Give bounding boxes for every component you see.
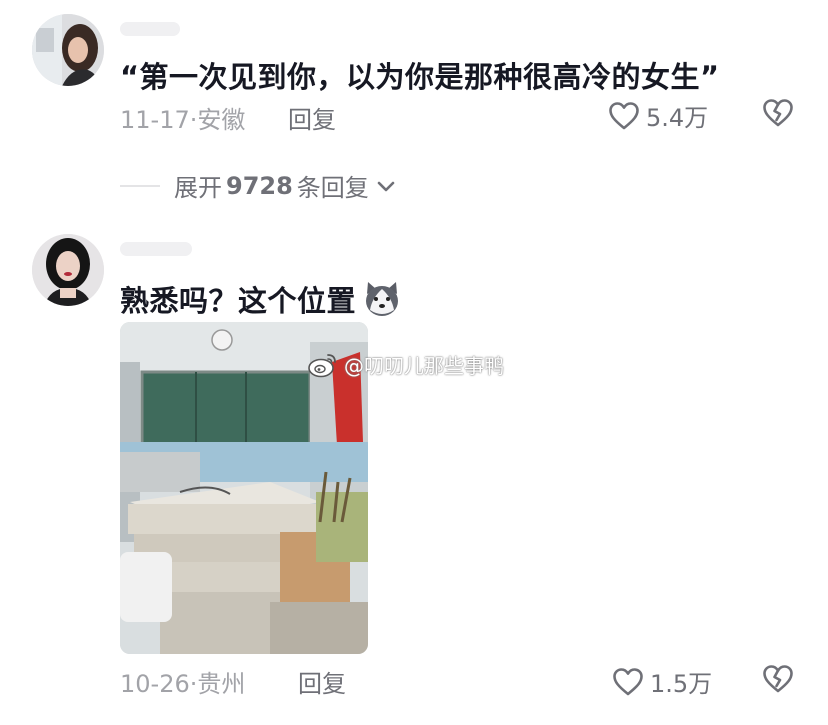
comment-meta: 10-26·贵州 — [120, 664, 245, 699]
like-button[interactable]: 1.5万 — [612, 664, 712, 699]
comment-text: “第一次见到你，以为你是那种很高冷的女生” — [120, 60, 720, 94]
comment-text: 熟悉吗？这个位置 — [120, 278, 402, 320]
comment-date: 10-26 — [120, 670, 190, 698]
comment-text-content: 熟悉吗？这个位置 — [120, 284, 357, 318]
weibo-logo-icon — [308, 353, 336, 377]
chevron-down-icon — [377, 181, 395, 191]
comment-meta: 11-17·安徽 — [120, 100, 245, 135]
expand-replies-button[interactable]: 展开 9728 条回复 — [120, 168, 397, 203]
watermark-text: @叨叨儿那些事鸭 — [344, 354, 504, 378]
dislike-button[interactable] — [762, 664, 794, 698]
avatar-image — [32, 14, 104, 86]
avatar-image — [32, 234, 104, 306]
reply-count: 9728 — [226, 171, 293, 200]
heart-outline-icon — [609, 101, 639, 129]
heart-outline-icon — [613, 667, 643, 695]
comment-date: 11-17 — [120, 106, 190, 134]
expand-divider — [120, 184, 160, 187]
expand-prefix: 展开 — [174, 174, 222, 202]
comment-location: 贵州 — [197, 670, 246, 698]
dislike-button[interactable] — [762, 98, 794, 132]
expand-suffix: 条回复 — [296, 174, 369, 202]
reply-button[interactable]: 回复 — [298, 664, 346, 699]
comment-1: “第一次见到你，以为你是那种很高冷的女生” 11-17·安徽 回复 5.4万 展… — [0, 0, 828, 202]
like-count: 5.4万 — [646, 104, 709, 132]
comment-location: 安徽 — [197, 106, 246, 134]
broken-heart-icon — [763, 665, 793, 693]
reply-button[interactable]: 回复 — [288, 100, 336, 135]
avatar[interactable] — [32, 14, 104, 86]
like-button[interactable]: 5.4万 — [608, 98, 708, 133]
username-blurred[interactable] — [120, 242, 192, 256]
like-count: 1.5万 — [650, 670, 713, 698]
comment-2: 熟悉吗？这个位置 @叨叨儿那些事鸭 10-26·贵州 回复 1.5万 — [0, 220, 828, 725]
watermark: @叨叨儿那些事鸭 — [308, 350, 504, 379]
username-blurred[interactable] — [120, 22, 180, 36]
dog-face-emoji — [366, 282, 399, 316]
avatar[interactable] — [32, 234, 104, 306]
broken-heart-icon — [763, 99, 793, 127]
